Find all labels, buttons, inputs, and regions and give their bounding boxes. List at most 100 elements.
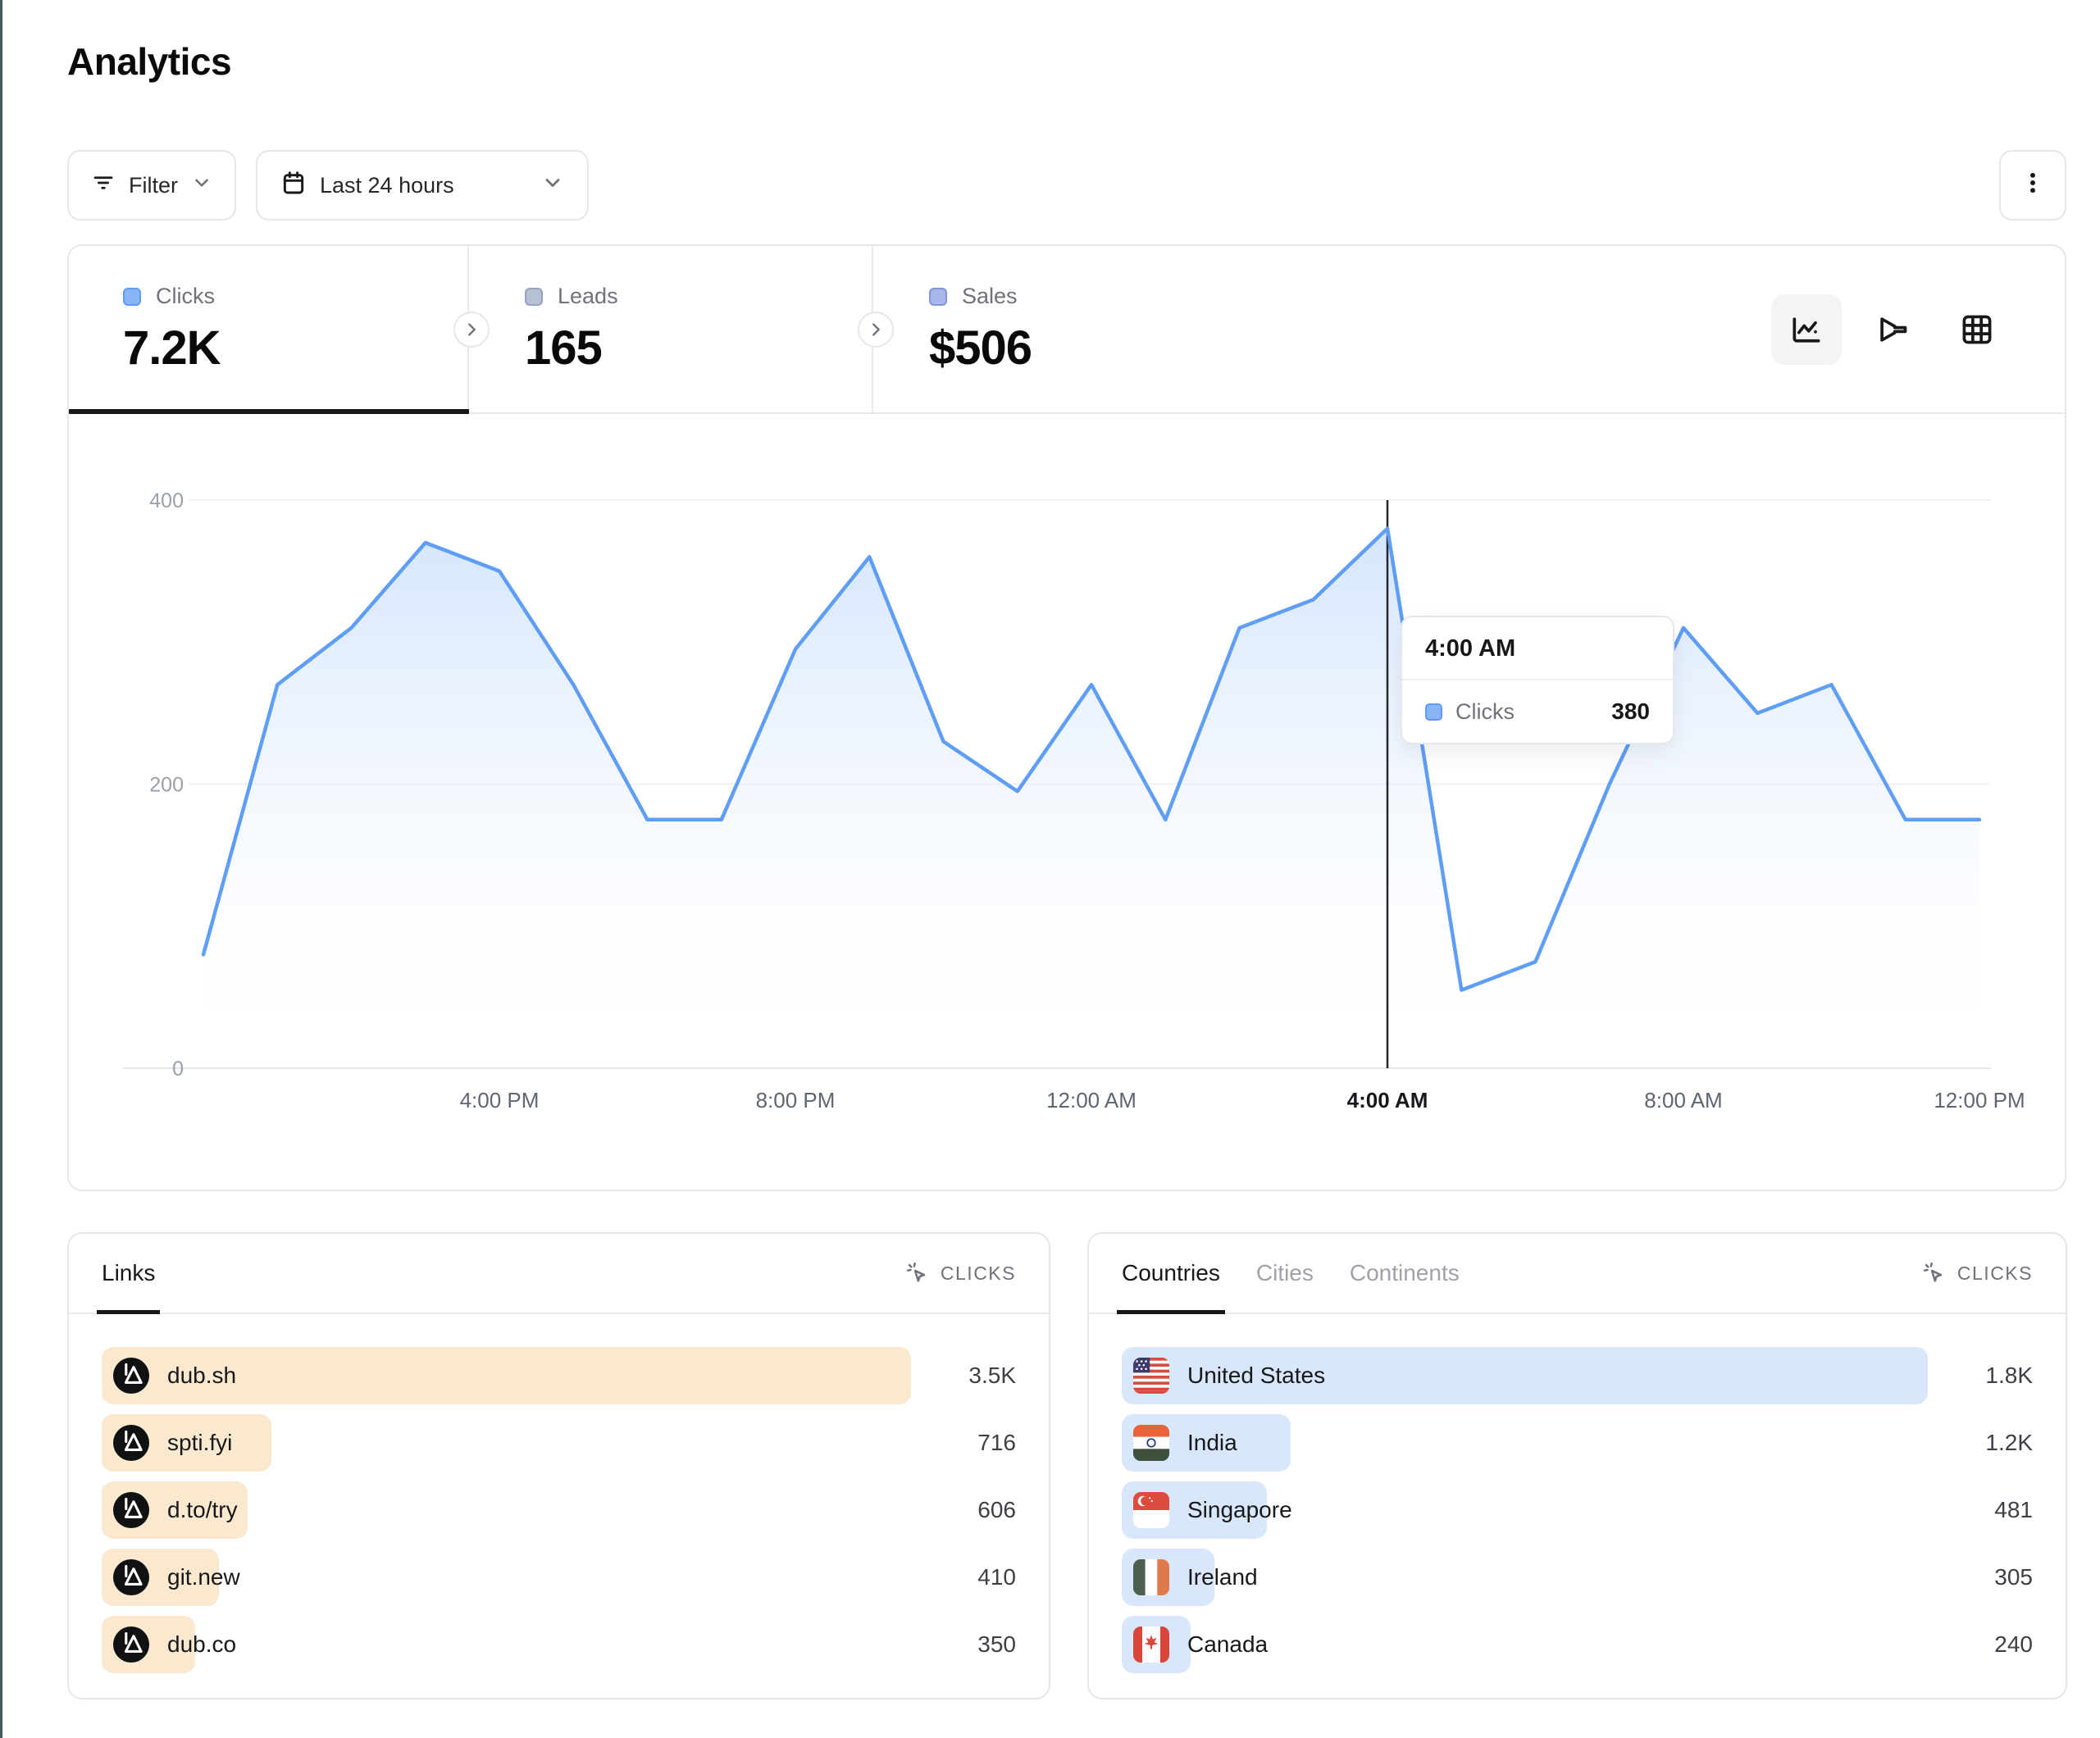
bar-track: Canada [1122, 1616, 1928, 1673]
dub-logo-icon [113, 1627, 149, 1663]
list-item[interactable]: git.new410 [102, 1549, 1016, 1606]
dub-logo-icon [113, 1358, 149, 1394]
leads-legend-square [525, 288, 543, 306]
chevron-down-icon [541, 171, 564, 200]
singapore-flag-icon [1133, 1492, 1169, 1528]
date-range-button[interactable]: Last 24 hours [256, 150, 589, 221]
analytics-page: Analytics Filter Last 24 hours [0, 0, 2100, 1738]
row-clicks-value: 350 [931, 1631, 1016, 1658]
row-label: Ireland [1187, 1564, 1258, 1590]
clicks-tab-label: Clicks [156, 284, 215, 309]
value-bar: git.new [102, 1549, 219, 1606]
row-clicks-value: 240 [1947, 1631, 2033, 1658]
dub-logo-icon [113, 1425, 149, 1461]
tab-leads[interactable]: Leads 165 [471, 246, 873, 414]
countries-panel: Countries Cities Continents CLICKS Unite… [1087, 1232, 2067, 1699]
value-bar: spti.fyi [102, 1414, 271, 1472]
toolbar: Filter Last 24 hours [67, 150, 2066, 221]
dub-logo-icon [113, 1492, 149, 1528]
expand-clicks-chevron-button[interactable] [453, 312, 490, 348]
sales-legend-square [929, 288, 947, 306]
tab-links[interactable]: Links [102, 1234, 155, 1313]
bar-track: git.new [102, 1549, 911, 1606]
list-item[interactable]: United States 1.8K [1122, 1347, 2033, 1404]
list-item[interactable]: Canada 240 [1122, 1616, 2033, 1673]
tab-clicks[interactable]: Clicks 7.2K [69, 246, 469, 414]
leads-tab-label: Leads [558, 284, 618, 309]
row-clicks-value: 3.5K [931, 1363, 1016, 1389]
chevron-right-icon [462, 321, 481, 339]
links-metric-header[interactable]: CLICKS [904, 1260, 1016, 1286]
dub-logo-icon [113, 1627, 149, 1663]
dub-logo-icon [113, 1559, 149, 1595]
row-label: United States [1187, 1363, 1325, 1389]
chevron-right-icon [867, 321, 885, 339]
svg-text:12:00 PM: 12:00 PM [1934, 1088, 2025, 1112]
list-item[interactable]: dub.co 350 [102, 1616, 1016, 1673]
expand-leads-chevron-button[interactable] [858, 312, 894, 348]
row-label: Singapore [1187, 1497, 1292, 1523]
sales-value: $506 [929, 321, 1285, 375]
clicks-timeseries-chart[interactable]: 02004004:00 PM8:00 PM12:00 AM4:00 AM8:00… [69, 414, 2065, 1191]
calendar-icon [280, 170, 307, 202]
countries-panel-header: Countries Cities Continents CLICKS [1089, 1234, 2066, 1314]
area-chart-plot: 02004004:00 PM8:00 PM12:00 AM4:00 AM8:00… [69, 414, 2065, 1191]
us-flag-icon [1133, 1358, 1169, 1394]
funnel-view-button[interactable] [1856, 294, 1927, 365]
svg-text:4:00 PM: 4:00 PM [460, 1088, 540, 1112]
tab-continents[interactable]: Continents [1350, 1234, 1460, 1313]
countries-metric-header-label: CLICKS [1957, 1263, 2033, 1285]
row-clicks-value: 716 [931, 1430, 1016, 1456]
countries-metric-header[interactable]: CLICKS [1921, 1260, 2033, 1286]
us-flag-icon [1133, 1358, 1169, 1394]
funnel-icon [1874, 312, 1910, 348]
line-chart-view-button[interactable] [1771, 294, 1842, 365]
row-clicks-value: 305 [1947, 1564, 2033, 1590]
metric-tabs-row: Clicks 7.2K Leads 165 Sales $506 [69, 246, 2065, 414]
filter-button-label: Filter [129, 173, 178, 198]
sales-tab-label: Sales [962, 284, 1018, 309]
filter-button[interactable]: Filter [67, 150, 236, 221]
bar-track: India [1122, 1414, 1928, 1472]
in-flag-icon [1133, 1425, 1169, 1461]
table-view-button[interactable] [1942, 294, 2012, 365]
list-item[interactable]: India 1.2K [1122, 1414, 2033, 1472]
tooltip-series-label: Clicks [1455, 699, 1598, 725]
row-clicks-value: 1.2K [1947, 1430, 2033, 1456]
canada-flag-icon [1133, 1627, 1169, 1663]
value-bar: United States [1122, 1347, 1928, 1404]
tooltip-clicks-square [1425, 703, 1442, 721]
kebab-menu-icon [2019, 169, 2047, 202]
list-item[interactable]: Ireland 305 [1122, 1549, 2033, 1606]
list-item[interactable]: spti.fyi 716 [102, 1414, 1016, 1472]
bar-track: spti.fyi [102, 1414, 911, 1472]
grid-icon [1959, 312, 1995, 348]
ireland-flag-icon [1133, 1559, 1169, 1595]
row-clicks-value: 1.8K [1947, 1363, 2033, 1389]
row-label: India [1187, 1430, 1237, 1456]
list-item[interactable]: Singapore 481 [1122, 1481, 2033, 1539]
bar-track: dub.co [102, 1616, 911, 1673]
svg-text:8:00 PM: 8:00 PM [756, 1088, 836, 1112]
row-label: dub.co [167, 1631, 236, 1658]
value-bar: d.to/try [102, 1481, 248, 1539]
cursor-click-icon [904, 1260, 931, 1286]
tab-sales[interactable]: Sales $506 [875, 246, 1285, 414]
tab-cities[interactable]: Cities [1256, 1234, 1314, 1313]
links-panel: Links CLICKS dub.sh 3.5K spti.fyi 716 d.to/t… [67, 1232, 1050, 1699]
svg-text:8:00 AM: 8:00 AM [1644, 1088, 1722, 1112]
tooltip-time: 4:00 AM [1402, 617, 1673, 680]
tab-countries[interactable]: Countries [1122, 1234, 1220, 1313]
row-clicks-value: 481 [1947, 1497, 2033, 1523]
cursor-click-icon [1921, 1260, 1947, 1286]
ca-flag-icon [1133, 1627, 1169, 1663]
list-item[interactable]: d.to/try606 [102, 1481, 1016, 1539]
value-bar: dub.sh [102, 1347, 911, 1404]
value-bar: Ireland [1122, 1549, 1214, 1606]
chart-view-toggle [1771, 294, 2012, 365]
row-label: Canada [1187, 1631, 1268, 1658]
more-options-button[interactable] [1999, 150, 2066, 221]
list-item[interactable]: dub.sh 3.5K [102, 1347, 1016, 1404]
svg-text:0: 0 [172, 1058, 184, 1081]
countries-list: United States 1.8K India 1.2K Singapore 481 Ir… [1089, 1314, 2066, 1673]
